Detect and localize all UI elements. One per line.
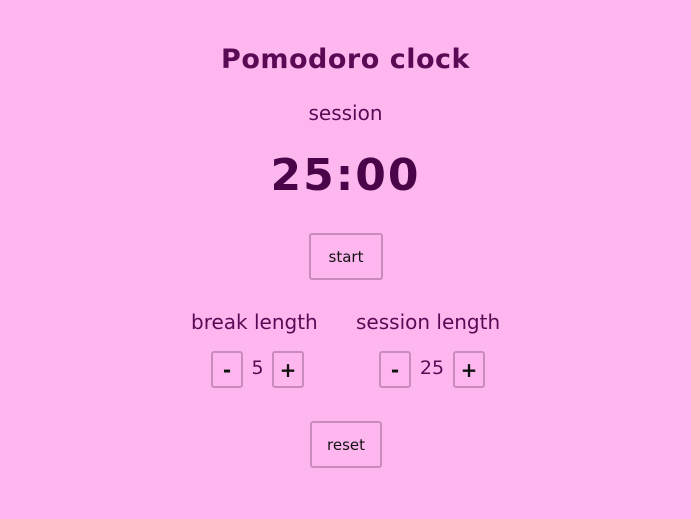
- session-length-label: session length: [356, 310, 501, 334]
- break-increment-button[interactable]: +: [272, 351, 304, 388]
- timer-display: 25:00: [270, 150, 421, 201]
- page-title: Pomodoro clock: [221, 44, 470, 75]
- break-length-value: 5: [251, 357, 264, 379]
- session-length-value: 25: [419, 357, 445, 379]
- session-decrement-button[interactable]: -: [379, 351, 411, 388]
- pomodoro-app: Pomodoro clock session 25:00 start break…: [0, 0, 691, 519]
- reset-button[interactable]: reset: [310, 421, 382, 468]
- start-button[interactable]: start: [309, 233, 383, 280]
- session-increment-button[interactable]: +: [453, 351, 485, 388]
- mode-label: session: [308, 101, 383, 125]
- break-length-label: break length: [191, 310, 318, 334]
- break-decrement-button[interactable]: -: [211, 351, 243, 388]
